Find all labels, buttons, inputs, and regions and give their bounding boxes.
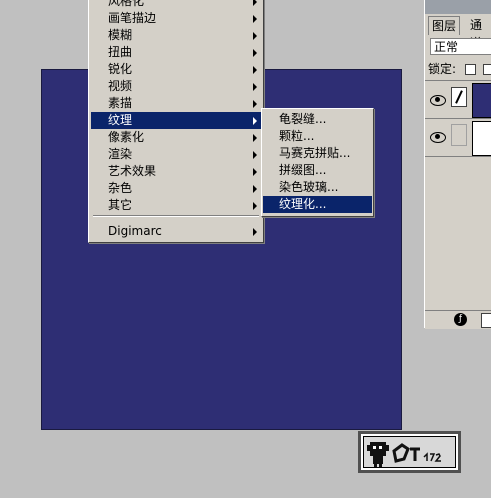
submenu-item-craquelure[interactable]: 龟裂缝... <box>263 111 372 128</box>
submenu-item-texturizer[interactable]: 纹理化... <box>263 196 372 213</box>
texture-submenu: 龟裂缝... 颗粒... 马赛克拼贴... 拼缀图... 染色玻璃... 纹理化… <box>261 108 374 217</box>
layers-panel: 图层 通道 正常 锁定: ƒ <box>424 0 491 329</box>
submenu-arrow-icon <box>253 15 257 23</box>
panel-title-bar[interactable] <box>425 0 491 14</box>
lock-image-checkbox[interactable] <box>483 64 491 75</box>
submenu-arrow-icon <box>253 32 257 40</box>
menu-item-brush-strokes[interactable]: 画笔描边 <box>91 10 261 27</box>
menu-item-digimarc[interactable]: Digimarc <box>91 223 261 240</box>
submenu-arrow-icon <box>253 151 257 159</box>
layer-divider <box>425 118 491 119</box>
layer-thumbnail[interactable] <box>472 121 491 156</box>
submenu-arrow-icon <box>253 185 257 193</box>
layer-divider <box>425 80 491 81</box>
menu-item-blur[interactable]: 模糊 <box>91 27 261 44</box>
submenu-arrow-icon <box>253 117 257 125</box>
link-slot[interactable] <box>451 124 467 146</box>
menu-item-other[interactable]: 其它 <box>91 197 261 214</box>
submenu-item-grain[interactable]: 颗粒... <box>263 128 372 145</box>
submenu-arrow-icon <box>253 0 257 6</box>
eye-icon[interactable] <box>430 95 446 106</box>
robot-logo-icon <box>367 442 441 467</box>
blend-mode-select[interactable]: 正常 <box>430 38 491 55</box>
submenu-arrow-icon <box>253 202 257 210</box>
menu-item-noise[interactable]: 杂色 <box>91 180 261 197</box>
menu-item-texture[interactable]: 纹理 <box>91 112 261 129</box>
tab-layers[interactable]: 图层 <box>428 16 461 35</box>
layers-toolbar: ƒ <box>425 310 491 329</box>
menu-item-render[interactable]: 渲染 <box>91 146 261 163</box>
menu-item-distort[interactable]: 扭曲 <box>91 44 261 61</box>
menu-item-stylize[interactable]: 风格化 <box>91 0 261 10</box>
layer-divider <box>425 156 491 157</box>
eye-icon[interactable] <box>430 132 446 143</box>
submenu-arrow-icon <box>253 134 257 142</box>
submenu-arrow-icon <box>253 168 257 176</box>
watermark-logo <box>358 431 461 473</box>
layer-mask-icon[interactable] <box>481 313 491 328</box>
submenu-item-mosaic-tiles[interactable]: 马赛克拼贴... <box>263 145 372 162</box>
lock-label: 锁定: <box>428 62 457 76</box>
submenu-arrow-icon <box>253 83 257 91</box>
tab-channels[interactable]: 通道 <box>467 16 491 50</box>
menu-item-pixelate[interactable]: 像素化 <box>91 129 261 146</box>
menu-item-sharpen[interactable]: 锐化 <box>91 61 261 78</box>
menu-divider <box>93 215 259 217</box>
submenu-arrow-icon <box>253 49 257 57</box>
layer-thumbnail[interactable] <box>472 83 491 118</box>
lock-transparency-checkbox[interactable] <box>465 64 476 75</box>
brush-icon <box>451 87 467 107</box>
submenu-arrow-icon <box>253 100 257 108</box>
submenu-item-stained-glass[interactable]: 染色玻璃... <box>263 179 372 196</box>
submenu-item-patchwork[interactable]: 拼缀图... <box>263 162 372 179</box>
menu-item-artistic[interactable]: 艺术效果 <box>91 163 261 180</box>
submenu-arrow-icon <box>253 228 257 236</box>
menu-item-video[interactable]: 视频 <box>91 78 261 95</box>
layer-style-icon[interactable]: ƒ <box>454 313 467 326</box>
menu-item-sketch[interactable]: 素描 <box>91 95 261 112</box>
submenu-arrow-icon <box>253 66 257 74</box>
filter-menu: 风格化 画笔描边 模糊 扭曲 锐化 视频 素描 纹理 像素化 渲染 艺术效果 杂… <box>88 0 264 243</box>
